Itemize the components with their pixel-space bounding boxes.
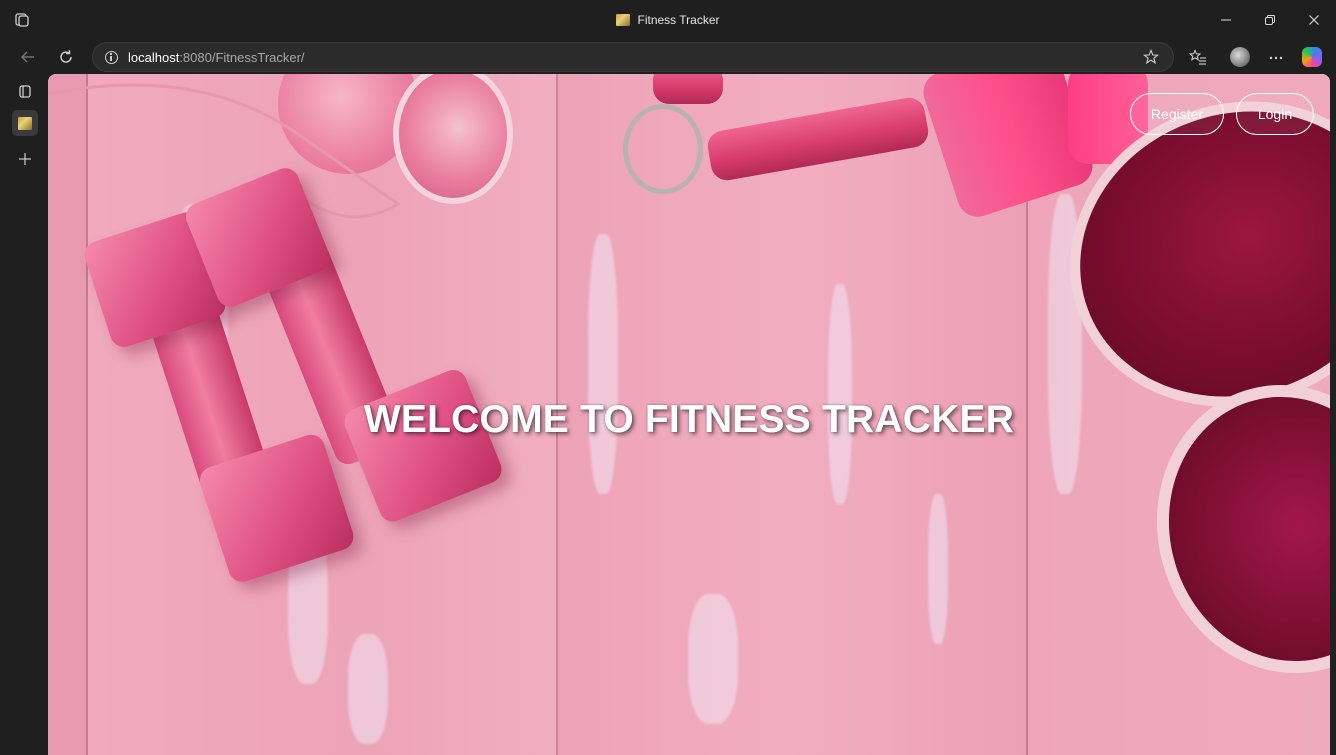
favorites-button[interactable] bbox=[1184, 44, 1212, 70]
gripper-handle-left-image bbox=[653, 74, 723, 104]
tab-actions-button[interactable] bbox=[12, 78, 38, 104]
gripper-spring-image bbox=[623, 104, 703, 194]
login-button[interactable]: Login bbox=[1236, 93, 1314, 135]
vertical-tab-strip bbox=[0, 74, 48, 755]
copilot-icon bbox=[1302, 47, 1322, 67]
back-button[interactable] bbox=[14, 44, 42, 70]
more-menu-button[interactable] bbox=[1262, 44, 1290, 70]
page-viewport: WELCOME TO FITNESS TRACKER Register Logi… bbox=[48, 74, 1330, 755]
tab-actions-icon bbox=[19, 85, 31, 98]
restore-icon bbox=[1265, 15, 1275, 25]
back-arrow-icon bbox=[21, 51, 34, 63]
active-tab[interactable] bbox=[12, 110, 38, 136]
window-title: Fitness Tracker bbox=[637, 13, 720, 27]
refresh-button[interactable] bbox=[52, 44, 80, 70]
new-tab-plus-icon bbox=[19, 153, 31, 165]
title-bar: Fitness Tracker bbox=[0, 0, 1336, 40]
favorites-list-icon bbox=[1189, 49, 1206, 65]
minimize-button[interactable] bbox=[1204, 0, 1248, 40]
url-path: :8080/FitnessTracker/ bbox=[179, 49, 305, 65]
window-controls bbox=[1204, 0, 1336, 40]
register-button[interactable]: Register bbox=[1130, 93, 1224, 135]
restore-button[interactable] bbox=[1248, 0, 1292, 40]
close-button[interactable] bbox=[1292, 0, 1336, 40]
navigation-bar: localhost:8080/FitnessTracker/ bbox=[0, 40, 1336, 74]
profile-avatar bbox=[1230, 47, 1250, 67]
favorite-star-icon[interactable] bbox=[1143, 49, 1159, 65]
close-icon bbox=[1309, 15, 1319, 25]
fitness-favicon-icon bbox=[616, 14, 631, 26]
refresh-icon bbox=[60, 50, 72, 63]
active-tab-favicon-icon bbox=[18, 116, 32, 130]
more-dots-icon bbox=[1269, 56, 1283, 60]
new-tab-button[interactable] bbox=[12, 146, 38, 172]
profile-button[interactable] bbox=[1226, 44, 1254, 70]
copilot-button[interactable] bbox=[1298, 44, 1326, 70]
welcome-heading: WELCOME TO FITNESS TRACKER bbox=[363, 398, 1015, 441]
window-title-container: Fitness Tracker bbox=[0, 0, 1336, 40]
site-info-icon[interactable] bbox=[105, 50, 118, 64]
url-host: localhost bbox=[128, 49, 180, 65]
address-bar[interactable]: localhost:8080/FitnessTracker/ bbox=[92, 42, 1174, 72]
minimize-icon bbox=[1221, 19, 1231, 21]
